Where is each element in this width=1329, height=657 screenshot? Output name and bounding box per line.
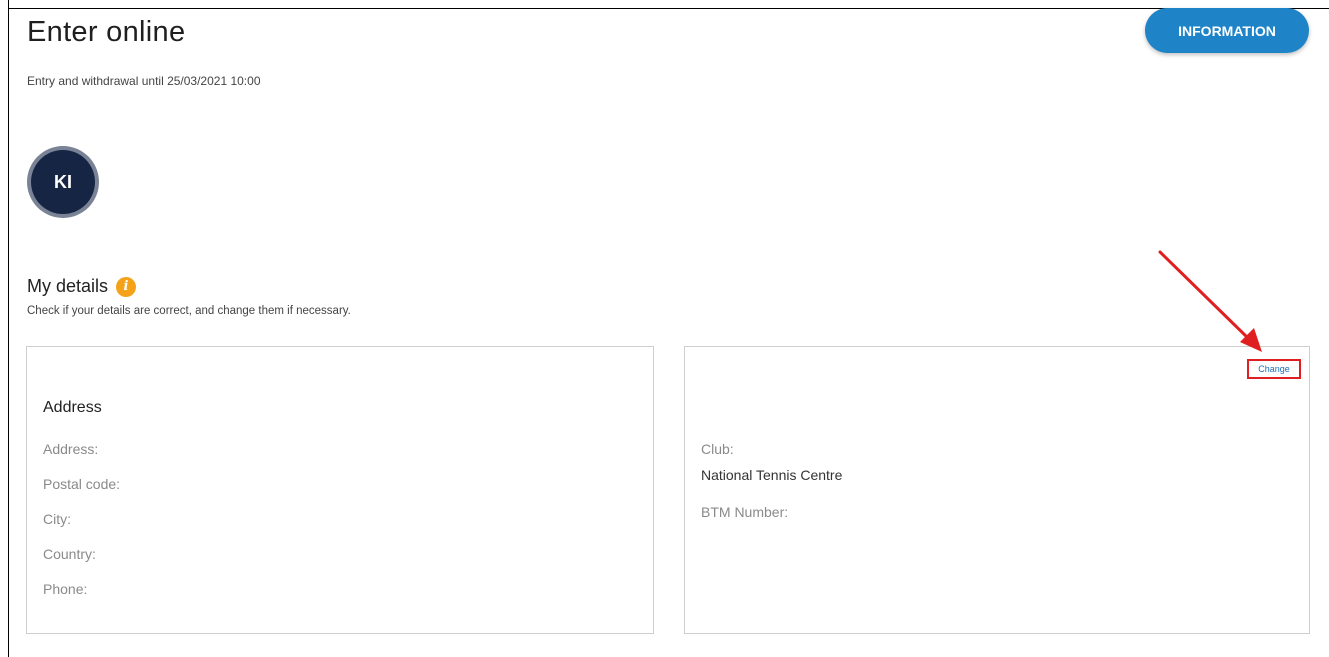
address-heading: Address xyxy=(43,399,102,416)
my-details-description: Check if your details are correct, and c… xyxy=(27,305,351,317)
postal-code-label: Postal code: xyxy=(43,476,121,492)
frame-border-left xyxy=(8,0,9,657)
avatar-initials: KI xyxy=(31,150,95,214)
my-details-title: My details xyxy=(27,276,109,296)
club-card: Change Club: National Tennis Centre BTM … xyxy=(684,346,1310,634)
my-details-heading: My details i xyxy=(27,276,137,297)
address-label: Address: xyxy=(43,441,99,457)
avatar: KI xyxy=(27,146,99,218)
information-button[interactable]: INFORMATION xyxy=(1145,8,1309,53)
btm-number-label: BTM Number: xyxy=(701,504,789,520)
address-card: Address Address: Postal code: City: Coun… xyxy=(26,346,654,634)
change-link[interactable]: Change xyxy=(1247,359,1301,379)
entry-deadline: Entry and withdrawal until 25/03/2021 10… xyxy=(27,74,261,88)
club-value: National Tennis Centre xyxy=(701,467,843,483)
phone-label: Phone: xyxy=(43,581,88,597)
red-arrow-annotation xyxy=(1158,250,1262,352)
city-label: City: xyxy=(43,511,71,527)
page-title: Enter online xyxy=(27,16,186,48)
frame-border-top xyxy=(8,8,1329,9)
country-label: Country: xyxy=(43,546,96,562)
club-label: Club: xyxy=(701,441,734,457)
info-icon[interactable]: i xyxy=(116,276,137,297)
